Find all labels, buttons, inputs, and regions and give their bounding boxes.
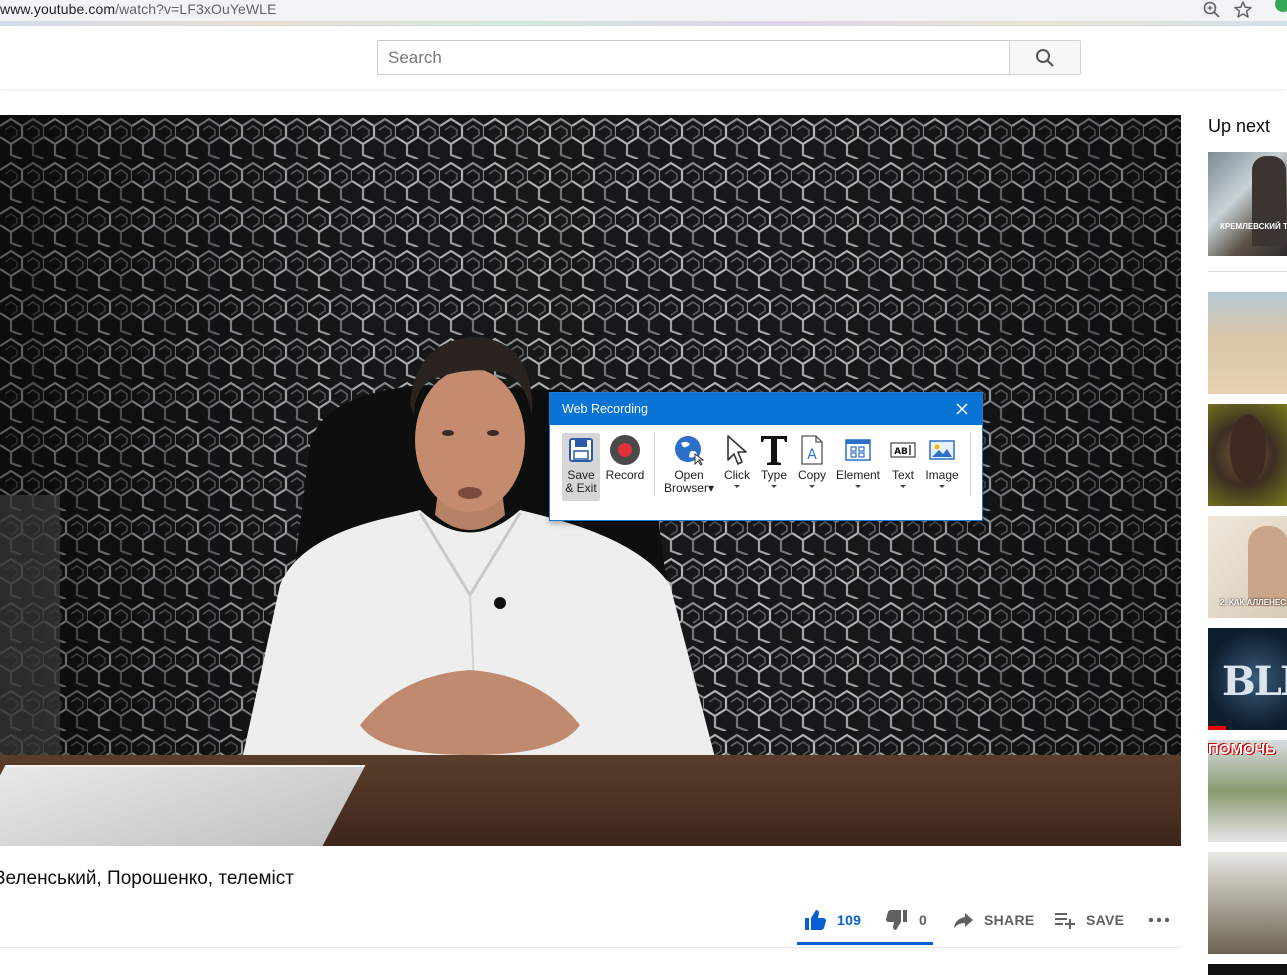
web-recording-title: Web Recording bbox=[562, 402, 648, 416]
thumbnail-person bbox=[1248, 526, 1287, 606]
element-icon bbox=[841, 433, 875, 467]
copy-icon: A bbox=[795, 433, 829, 467]
type-icon bbox=[757, 433, 791, 467]
search-button[interactable] bbox=[1009, 40, 1081, 75]
more-actions-button[interactable] bbox=[1147, 904, 1171, 936]
up-next-thumbnail[interactable] bbox=[1208, 404, 1287, 506]
type-label: Type bbox=[760, 468, 787, 482]
open-browser-label-2: Browser▾ bbox=[663, 481, 715, 495]
element-label: Element bbox=[835, 468, 881, 482]
image-dropdown-caret[interactable] bbox=[939, 485, 945, 488]
image-button[interactable]: Image bbox=[922, 433, 962, 488]
close-button[interactable] bbox=[952, 399, 972, 419]
element-button[interactable]: Element bbox=[834, 433, 882, 488]
share-label: SHARE bbox=[984, 912, 1035, 928]
text-dropdown-caret[interactable] bbox=[900, 485, 906, 488]
toolbar-separator bbox=[970, 433, 971, 495]
save-to-playlist-button[interactable]: SAVE bbox=[1054, 904, 1124, 936]
magnifier-icon bbox=[1036, 48, 1054, 67]
type-dropdown-caret[interactable] bbox=[771, 485, 777, 488]
text-abi-icon: AB bbox=[886, 433, 920, 467]
thumbnail-person bbox=[1252, 156, 1286, 246]
zoom-icon[interactable] bbox=[1202, 0, 1222, 20]
browser-address-bar[interactable]: www.youtube.com/watch?v=LF3xOuYeWLE bbox=[0, 0, 1287, 26]
svg-text:AB: AB bbox=[894, 447, 908, 457]
thumbnail-overlay-text: BLI bbox=[1222, 658, 1287, 705]
up-next-thumbnail[interactable]: КРЕМЛЕВСКИЙ ТЕ... bbox=[1208, 152, 1287, 256]
like-button[interactable]: 109 bbox=[803, 904, 861, 936]
page-root: www.youtube.com/watch?v=LF3xOuYeWLE Sear… bbox=[0, 0, 1287, 975]
click-dropdown-caret[interactable] bbox=[734, 485, 740, 488]
save-exit-button[interactable]: Save & Exit bbox=[562, 433, 600, 501]
thumbnail-overlay-text: ПОМОЧЬ bbox=[1208, 741, 1276, 758]
save-exit-label-2: & Exit bbox=[565, 481, 597, 495]
text-label: Text bbox=[891, 468, 914, 482]
thumbnail-face bbox=[1230, 414, 1266, 484]
record-button[interactable]: Record bbox=[604, 433, 646, 482]
copy-label: Copy bbox=[797, 468, 826, 482]
section-divider bbox=[0, 947, 1181, 948]
record-icon bbox=[608, 433, 642, 467]
more-horizontal-icon bbox=[1148, 917, 1170, 923]
browser-theme-stripe bbox=[0, 21, 1287, 25]
web-recording-dialog: Web Recording Save & Exit Record Open Br… bbox=[549, 392, 983, 521]
cursor-icon bbox=[720, 433, 754, 467]
image-icon bbox=[925, 433, 959, 467]
close-icon bbox=[956, 403, 968, 415]
up-next-title: Up next bbox=[1208, 116, 1271, 136]
type-button[interactable]: Type bbox=[757, 433, 791, 488]
dislike-button[interactable]: 0 bbox=[885, 904, 927, 936]
floppy-disk-icon bbox=[564, 433, 598, 467]
thumbnail-overlay-text: КРЕМЛЕВСКИЙ ТЕ... bbox=[1220, 222, 1287, 231]
up-next-thumbnail[interactable]: 2. КАК АЛЛЕНЕС 8... bbox=[1208, 516, 1287, 618]
up-next-thumbnail[interactable]: BLI bbox=[1208, 628, 1287, 730]
thumbnail-separator bbox=[1208, 271, 1287, 272]
globe-icon bbox=[672, 433, 706, 467]
open-browser-button[interactable]: Open Browser▾ bbox=[660, 433, 718, 495]
svg-text:A: A bbox=[807, 447, 817, 463]
up-next-thumbnail[interactable] bbox=[1208, 964, 1287, 975]
thumbs-down-icon bbox=[886, 910, 907, 930]
web-recording-toolbar: Save & Exit Record Open Browser▾ Click T… bbox=[550, 427, 982, 517]
up-next-thumbnail[interactable]: ПОМОЧЬ bbox=[1208, 740, 1287, 842]
save-label: SAVE bbox=[1086, 912, 1125, 928]
playlist-add-icon bbox=[1055, 913, 1075, 929]
url-host: www.youtube.com bbox=[0, 1, 116, 17]
element-dropdown-caret[interactable] bbox=[855, 485, 861, 488]
click-button[interactable]: Click bbox=[720, 433, 754, 488]
video-title: Зеленський, Порошенко, телеміст bbox=[0, 868, 294, 889]
thumbs-up-icon bbox=[805, 910, 826, 930]
dislike-count: 0 bbox=[919, 912, 928, 928]
record-label: Record bbox=[605, 468, 645, 482]
youtube-header bbox=[0, 27, 1287, 89]
search-input[interactable] bbox=[377, 40, 1010, 75]
bookmark-star-icon[interactable] bbox=[1233, 0, 1253, 20]
up-next-thumbnail[interactable] bbox=[1208, 292, 1287, 394]
image-label: Image bbox=[925, 468, 959, 482]
toolbar-separator bbox=[654, 433, 655, 495]
share-arrow-icon bbox=[954, 913, 973, 928]
extension-icon[interactable] bbox=[1275, 0, 1287, 12]
laptop bbox=[0, 765, 366, 846]
watch-progress-bar bbox=[1208, 726, 1226, 730]
url-text[interactable]: www.youtube.com/watch?v=LF3xOuYeWLE bbox=[0, 1, 277, 17]
up-next-thumbnail[interactable] bbox=[1208, 852, 1287, 954]
click-label: Click bbox=[724, 468, 750, 482]
share-button[interactable]: SHARE bbox=[952, 904, 1035, 936]
like-ratio-bar bbox=[797, 942, 933, 945]
thumbnail-overlay-text: 2. КАК АЛЛЕНЕС 8... bbox=[1220, 598, 1287, 607]
copy-button[interactable]: A Copy bbox=[795, 433, 829, 488]
copy-dropdown-caret[interactable] bbox=[809, 485, 815, 488]
text-button[interactable]: AB Text bbox=[886, 433, 920, 488]
web-recording-titlebar[interactable]: Web Recording bbox=[550, 393, 982, 425]
like-count: 109 bbox=[837, 912, 862, 928]
url-path: /watch?v=LF3xOuYeWLE bbox=[115, 1, 277, 17]
